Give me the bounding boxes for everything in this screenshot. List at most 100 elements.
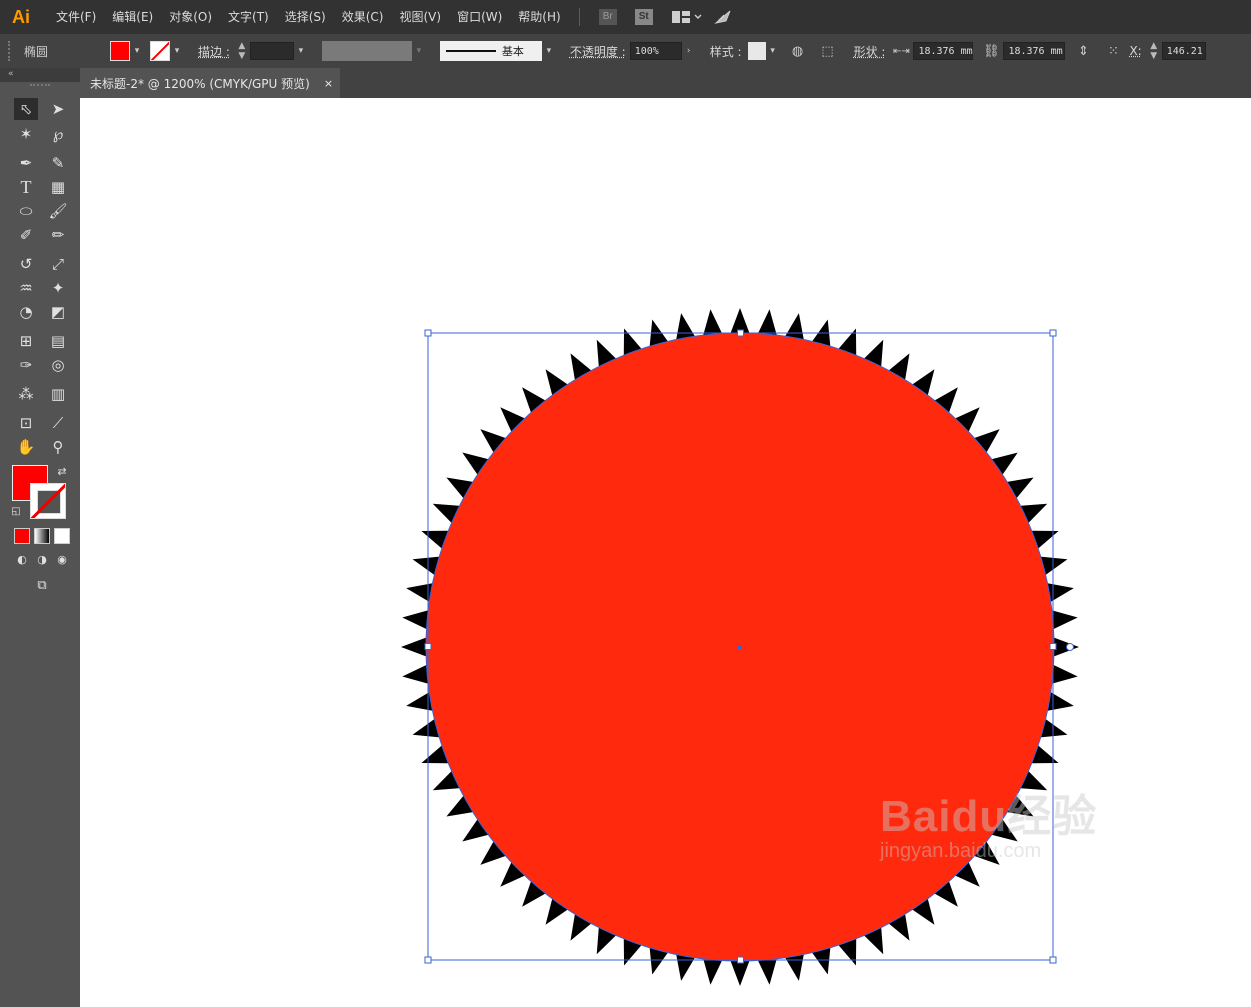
- watermark: Baidu经验 jingyan.baidu.com: [880, 780, 1097, 863]
- menu-select[interactable]: 选择(S): [277, 0, 334, 34]
- transform-handle[interactable]: [424, 956, 432, 964]
- draw-inside-icon[interactable]: ◉: [50, 548, 74, 570]
- reference-point-icon[interactable]: ⁙: [1101, 39, 1125, 63]
- transform-handle[interactable]: [424, 329, 432, 337]
- pen-tool-icon[interactable]: ✒: [14, 152, 38, 174]
- collapse-panel-icon[interactable]: «: [0, 68, 80, 82]
- menu-type[interactable]: 文字(T): [220, 0, 277, 34]
- transform-handle[interactable]: [424, 643, 432, 650]
- lasso-tool-icon[interactable]: ℘: [46, 123, 70, 145]
- scale-tool-icon[interactable]: ⤢: [46, 253, 70, 275]
- width-input[interactable]: 18.376 mm: [913, 42, 974, 60]
- center-point: [738, 645, 742, 649]
- opacity-label[interactable]: 不透明度 :: [570, 43, 626, 60]
- bridge-button[interactable]: Br: [598, 9, 617, 25]
- height-input[interactable]: 18.376 mm: [1003, 42, 1066, 60]
- warp-tool-icon[interactable]: ♒: [14, 277, 38, 299]
- width-icon: ⇤⇥: [893, 45, 910, 57]
- pie-widget-handle[interactable]: [1066, 643, 1074, 651]
- chevron-down-icon[interactable]: ▾: [130, 42, 144, 60]
- screen-mode-icon[interactable]: ⧉: [30, 574, 54, 596]
- rotate-tool-icon[interactable]: ↺: [14, 253, 38, 275]
- grid-tool-icon[interactable]: ▦: [46, 176, 70, 198]
- variable-width-profile[interactable]: [321, 41, 412, 61]
- slice-tool-icon[interactable]: ⟋: [46, 412, 70, 434]
- artwork: [401, 308, 1079, 986]
- artboard-canvas[interactable]: [80, 98, 1251, 1007]
- direct-selection-tool-icon[interactable]: ➤: [46, 98, 70, 120]
- align-options-icon[interactable]: ⬚: [816, 39, 840, 63]
- menu-window[interactable]: 窗口(W): [449, 0, 510, 34]
- transform-handle[interactable]: [737, 329, 744, 337]
- perspective-grid-tool-icon[interactable]: ◩: [46, 301, 70, 323]
- chevron-right-icon[interactable]: ›: [682, 42, 696, 60]
- selection-tool-icon[interactable]: ⬁: [14, 98, 38, 120]
- artboard-tool-icon[interactable]: ⊡: [14, 412, 38, 434]
- x-input[interactable]: 146.21: [1161, 42, 1206, 60]
- symbol-sprayer-tool-icon[interactable]: ⁂: [14, 383, 38, 405]
- gpu-performance-button[interactable]: [713, 9, 732, 25]
- gradient-tool-icon[interactable]: ▤: [46, 330, 70, 352]
- paintbrush-tool-icon[interactable]: 🖌: [46, 200, 70, 222]
- puppet-warp-tool-icon[interactable]: ✦: [46, 277, 70, 299]
- zoom-tool-icon[interactable]: ⚲: [46, 436, 70, 458]
- menu-help[interactable]: 帮助(H): [510, 0, 568, 34]
- workspace-switcher[interactable]: [671, 10, 702, 24]
- menu-edit[interactable]: 编辑(E): [104, 0, 161, 34]
- chevron-down-icon[interactable]: ▾: [542, 42, 556, 60]
- transform-handle[interactable]: [1049, 956, 1057, 964]
- mesh-tool-icon[interactable]: ⊞: [14, 330, 38, 352]
- eraser-tool-icon[interactable]: ✏: [46, 224, 70, 246]
- stroke-label[interactable]: 描边 :: [198, 43, 230, 60]
- color-mode-icon[interactable]: [14, 528, 30, 544]
- eyedropper-tool-icon[interactable]: ✑: [14, 354, 38, 376]
- stroke-weight-input[interactable]: [249, 42, 294, 60]
- brush-definition[interactable]: 基本: [439, 41, 542, 61]
- chevron-down-icon: ▾: [416, 46, 422, 56]
- opacity-input[interactable]: 100%: [629, 42, 682, 60]
- layout-icon: [671, 11, 702, 23]
- document-tab[interactable]: 未标题-2* @ 1200% (CMYK/GPU 预览) ×: [80, 68, 340, 98]
- shaper-tool-icon[interactable]: ✐: [14, 224, 38, 246]
- menu-object[interactable]: 对象(O): [161, 0, 220, 34]
- ellipse-tool-icon[interactable]: ⬭: [14, 200, 38, 222]
- menu-file[interactable]: 文件(F): [48, 0, 104, 34]
- hand-tool-icon[interactable]: ✋: [14, 436, 38, 458]
- chevron-down-icon[interactable]: ▾: [294, 42, 308, 60]
- stroke-weight-stepper[interactable]: ▲ ▼: [236, 41, 248, 61]
- shape-builder-tool-icon[interactable]: ◔: [14, 301, 38, 323]
- watermark-brand: Baidu经验: [880, 792, 1098, 841]
- stock-button[interactable]: St: [634, 9, 653, 25]
- stroke-color-box[interactable]: [30, 483, 66, 519]
- shape-label[interactable]: 形状 :: [854, 43, 886, 60]
- none-mode-icon[interactable]: [54, 528, 70, 544]
- column-graph-tool-icon[interactable]: ▥: [46, 383, 70, 405]
- tools-panel-grip[interactable]: [30, 84, 50, 94]
- control-bar-grip[interactable]: [8, 41, 16, 61]
- gradient-mode-icon[interactable]: [34, 528, 50, 544]
- x-stepper[interactable]: ▲ ▼: [1148, 41, 1160, 61]
- chevron-down-icon[interactable]: ▾: [170, 42, 184, 60]
- menu-separator: [578, 8, 580, 26]
- transform-handle[interactable]: [1049, 643, 1057, 650]
- default-colors-icon[interactable]: ◱: [4, 500, 28, 522]
- stroke-swatch[interactable]: [150, 41, 170, 61]
- chevron-down-icon[interactable]: ▾: [766, 42, 780, 60]
- blend-tool-icon[interactable]: ◎: [46, 354, 70, 376]
- swap-colors-icon[interactable]: ⇄: [50, 460, 74, 482]
- type-tool-icon[interactable]: T: [14, 176, 38, 198]
- document-tab-title: 未标题-2* @ 1200% (CMYK/GPU 预览): [90, 76, 310, 91]
- transform-handle[interactable]: [1049, 329, 1057, 337]
- graphic-style-swatch[interactable]: [747, 42, 766, 60]
- fill-swatch[interactable]: [110, 41, 130, 61]
- menu-effect[interactable]: 效果(C): [334, 0, 392, 34]
- close-icon[interactable]: ×: [324, 77, 333, 90]
- menu-view[interactable]: 视图(V): [391, 0, 449, 34]
- tools-panel: « ⬁ ➤ ✶ ℘ ✒ ✎ T ▦ ⬭ 🖌 ✐ ✏ ↺ ⤢ ♒ ✦ ◔ ◩ ⊞ …: [0, 68, 81, 1007]
- magic-wand-tool-icon[interactable]: ✶: [14, 123, 38, 145]
- transform-handle[interactable]: [737, 956, 744, 964]
- control-bar: 椭圆 ▾ ▾ 描边 : ▲ ▼ ▾ ▾ 基本 ▾ 不透明度 : 100% › 样式…: [0, 34, 1251, 69]
- link-proportions-icon[interactable]: ⛓: [979, 39, 1003, 63]
- recolor-artwork-icon[interactable]: ◍: [786, 39, 810, 63]
- curvature-tool-icon[interactable]: ✎: [46, 152, 70, 174]
